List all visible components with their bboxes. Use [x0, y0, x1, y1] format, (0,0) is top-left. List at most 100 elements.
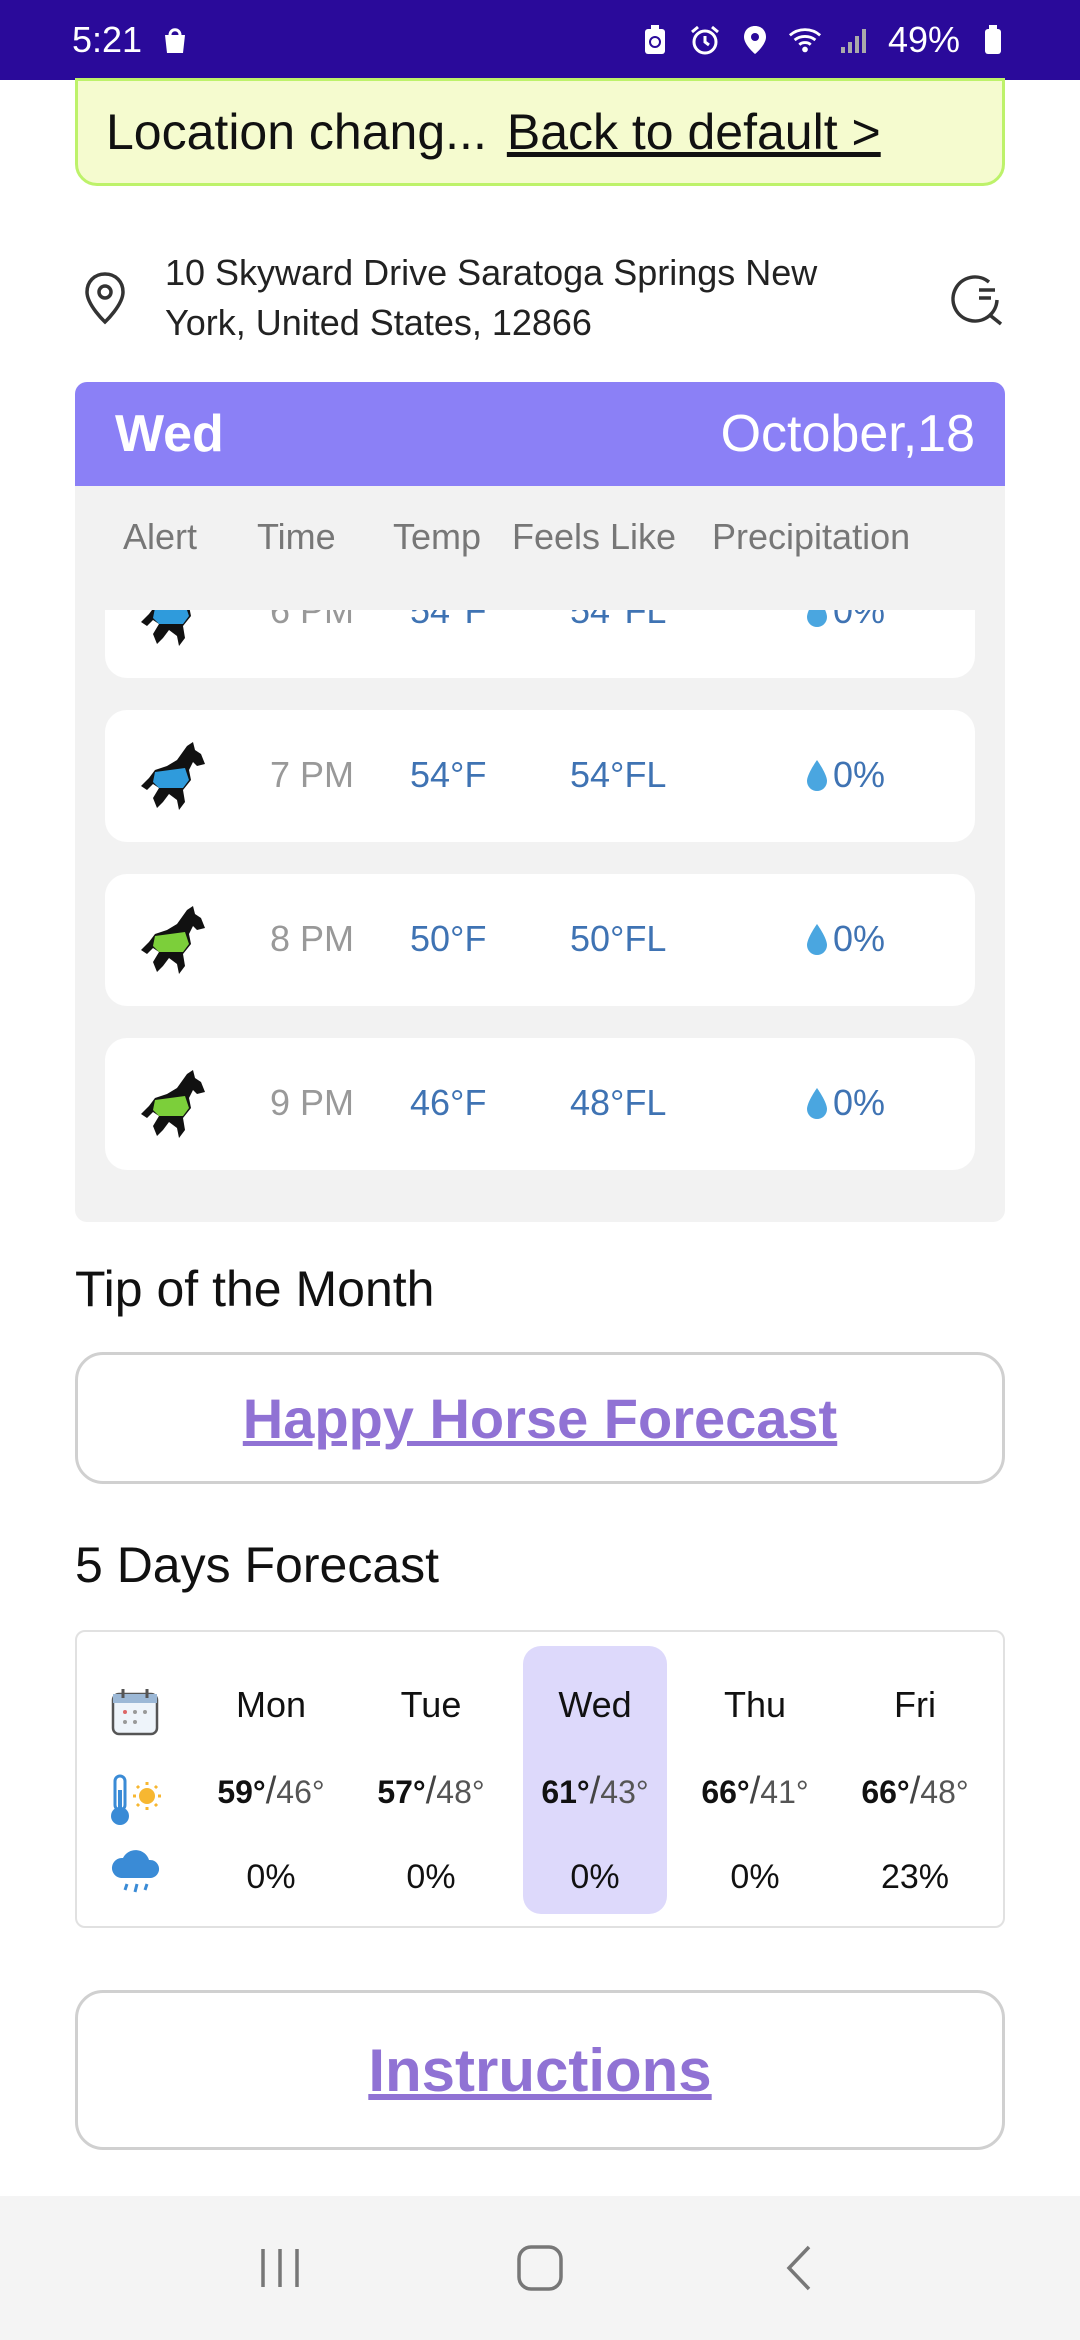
location-row: 10 Skyward Drive Saratoga Springs New Yo… [75, 248, 1005, 348]
home-button[interactable] [510, 2238, 570, 2298]
forecast-day-mon[interactable]: Mon 59°/46° 0% [199, 1646, 343, 1914]
instructions-link[interactable]: Instructions [368, 2036, 711, 2105]
forecast-temps: 59°/46° [199, 1770, 343, 1813]
header-date: October,18 [720, 405, 975, 463]
forecast-day-name: Wed [558, 1684, 632, 1725]
forecast-precip: 0% [570, 1858, 620, 1896]
hourly-row: 6 PM 54°F 54°FL 0% [105, 610, 975, 678]
tip-of-month-title: Tip of the Month [75, 1261, 435, 1317]
thermometer-sun-icon [107, 1772, 163, 1828]
temp-separator: / [425, 1770, 437, 1812]
temp-separator: / [265, 1770, 277, 1812]
col-alert: Alert [123, 516, 198, 557]
raindrop-icon [807, 760, 827, 791]
forecast-high: 57° [377, 1774, 426, 1810]
raindrop-icon [807, 1088, 827, 1119]
row-temp: 46°F [410, 1082, 487, 1123]
temp-separator: / [589, 1770, 601, 1812]
row-precip: 0% [805, 754, 885, 796]
hourly-rows[interactable]: 6 PM 54°F 54°FL 0% 7 PM 54°F 54°FL 0% 8 … [105, 610, 975, 1178]
forecast-precip: 0% [730, 1858, 780, 1896]
battery-icon [976, 23, 1010, 57]
forecast-high: 61° [541, 1774, 590, 1810]
col-temp: Temp [393, 516, 482, 557]
horse-blanket-icon [135, 740, 211, 812]
row-feels-like: 54°FL [570, 610, 667, 631]
battery-saver-icon [638, 23, 672, 57]
forecast-day-wed[interactable]: Wed 61°/43° 0% [523, 1646, 667, 1914]
status-time: 5:21 [72, 19, 143, 60]
forecast-precip: 0% [406, 1858, 456, 1896]
horse-blanket-icon [135, 1068, 211, 1140]
rain-cloud-icon [107, 1844, 163, 1900]
battery-percent: 49% [887, 19, 960, 60]
hourly-row: 8 PM 50°F 50°FL 0% [105, 874, 975, 1006]
address-text: 10 Skyward Drive Saratoga Springs New Yo… [165, 252, 818, 343]
forecast-temps: 61°/43° [523, 1770, 667, 1813]
happy-horse-forecast-card[interactable]: Happy Horse Forecast [75, 1352, 1005, 1484]
day-header: Wed October,18 [75, 382, 1005, 486]
row-feels-like: 48°FL [570, 1082, 667, 1123]
row-precip-value: 0% [833, 918, 886, 959]
row-precip: 0% [805, 918, 885, 960]
recent-apps-icon [261, 2249, 299, 2287]
raindrop-icon [807, 924, 827, 955]
forecast-day-name: Mon [235, 1684, 307, 1725]
recent-apps-button[interactable] [250, 2238, 310, 2298]
forecast-day-tue[interactable]: Tue 57°/48° 0% [359, 1646, 503, 1914]
forecast-day-fri[interactable]: Fri 66°/48° 23% [843, 1646, 987, 1914]
row-time: 9 PM [270, 1082, 355, 1123]
col-precipitation: Precipitation [712, 516, 911, 557]
row-time: 7 PM [270, 754, 355, 795]
forecast-temps: 66°/41° [683, 1770, 827, 1813]
horse-blanket-icon [135, 904, 211, 976]
temp-separator: / [909, 1770, 921, 1812]
five-day-forecast-card: Mon 59°/46° 0% Tue 57°/48° 0% Wed 61°/43… [75, 1630, 1005, 1928]
row-feels-like: 54°FL [570, 754, 667, 795]
forecast-low: 43° [600, 1774, 649, 1810]
forecast-day-name: Thu [723, 1684, 787, 1725]
system-navigation-bar [0, 2196, 1080, 2340]
forecast-low: 41° [760, 1774, 809, 1810]
forecast-day-thu[interactable]: Thu 66°/41° 0% [683, 1646, 827, 1914]
forecast-low: 46° [276, 1774, 325, 1810]
row-time: 6 PM [270, 610, 355, 631]
location-changed-banner: Location chang... Back to default > [75, 78, 1005, 186]
banner-text: Location chang... [106, 104, 487, 160]
row-feels-like: 50°FL [570, 918, 667, 959]
row-temp: 54°F [410, 610, 487, 631]
raindrop-icon [807, 610, 827, 627]
status-right: 49% [638, 19, 1010, 61]
status-left: 5:21 [72, 19, 192, 61]
row-precip-value: 0% [833, 754, 886, 795]
alarm-icon [688, 23, 722, 57]
hourly-row: 9 PM 46°F 48°FL 0% [105, 1038, 975, 1170]
back-to-default-link[interactable]: Back to default > [507, 103, 881, 161]
row-temp: 50°F [410, 918, 487, 959]
forecast-low: 48° [436, 1774, 485, 1810]
forecast-temps: 57°/48° [359, 1770, 503, 1813]
hourly-forecast-card: Wed October,18 Alert Time Temp Feels Lik… [75, 382, 1005, 1222]
horse-blanket-icon [135, 610, 211, 648]
wifi-icon [788, 23, 822, 57]
status-bar: 5:21 49% [0, 0, 1080, 80]
row-time: 8 PM [270, 918, 355, 959]
forecast-precip: 0% [246, 1858, 296, 1896]
map-pin-icon [75, 268, 135, 328]
forecast-high: 59° [217, 1774, 266, 1810]
back-button[interactable] [770, 2238, 830, 2298]
home-icon [517, 2245, 563, 2291]
row-precip: 0% [805, 1082, 885, 1124]
col-feels-like: Feels Like [512, 516, 677, 557]
signal-icon [838, 23, 872, 57]
five-day-forecast-title: 5 Days Forecast [75, 1537, 440, 1593]
location-history-icon[interactable] [947, 270, 1005, 328]
back-chevron-icon [786, 2245, 811, 2291]
instructions-card[interactable]: Instructions [75, 1990, 1005, 2150]
forecast-day-name: Fri [894, 1684, 936, 1725]
forecast-precip: 23% [880, 1858, 950, 1896]
row-precip-value: 0% [833, 1082, 886, 1123]
forecast-temps: 66°/48° [843, 1770, 987, 1813]
temp-separator: / [749, 1770, 761, 1812]
happy-horse-forecast-link[interactable]: Happy Horse Forecast [243, 1386, 837, 1451]
